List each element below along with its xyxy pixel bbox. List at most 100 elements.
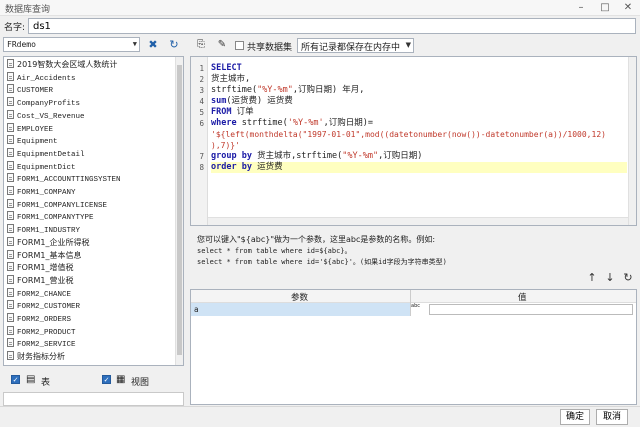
arrow-down-icon[interactable]: ↓ — [603, 271, 617, 285]
table-icon — [7, 262, 14, 272]
tree-item[interactable]: EquipmentDetail — [7, 147, 85, 160]
refresh-params-icon[interactable]: ↻ — [621, 271, 635, 285]
tree-item[interactable]: FORM1_营业税 — [7, 274, 73, 287]
name-label: 名字: — [4, 23, 26, 33]
tree-item[interactable]: FORM2_PRODUCT — [7, 325, 76, 338]
line-number: 1 — [199, 64, 204, 73]
sql-line: 货主城市, — [211, 74, 251, 84]
tree-item[interactable]: FORM2_CUSTOMER — [7, 300, 80, 312]
tree-item[interactable]: FORM1_基本信息 — [7, 249, 82, 262]
table-icon — [7, 198, 14, 208]
param-hint-example: select * from table where id=${abc}。 — [197, 247, 352, 255]
table-icon — [7, 338, 14, 348]
title-bar: 数据库查询 – □ ✕ — [0, 0, 640, 16]
tree-item[interactable]: FORM1_企业所得税 — [7, 236, 90, 249]
minimize-icon[interactable]: – — [572, 1, 590, 15]
sql-editor[interactable]: 1 2 3 4 5 6 7 8 SELECT 货主城市, strftime("%… — [190, 56, 637, 226]
table-icon — [7, 224, 14, 234]
editor-vertical-scrollbar[interactable] — [628, 57, 636, 225]
refresh-icon[interactable]: ↻ — [166, 37, 182, 52]
tree-scrollbar[interactable] — [175, 57, 183, 365]
sql-line: group by 货主城市,strftime("%Y-%m",订购日期) — [211, 151, 423, 161]
line-number-gutter: 1 2 3 4 5 6 7 8 — [191, 57, 208, 225]
tree-item-label: FORM2_SERVICE — [17, 341, 76, 350]
param-name-cell[interactable]: a — [191, 303, 410, 316]
line-number: 6 — [199, 119, 204, 128]
tree-item-label: EMPLOYEE — [17, 125, 54, 134]
datasource-select[interactable]: FRdemo ▼ — [3, 37, 140, 52]
sql-line-current: order by 运货费 — [211, 162, 627, 173]
param-value-input[interactable] — [429, 304, 633, 315]
ok-button[interactable]: 确定 — [560, 409, 590, 425]
table-icon — [7, 84, 14, 94]
preview-icon[interactable]: ⎘ — [194, 38, 208, 52]
tree-item[interactable]: 财务指标分析 — [7, 351, 65, 363]
parameters-table: 参数 值 a abc — [190, 289, 637, 405]
tree-item[interactable]: FORM2_SERVICE — [7, 338, 76, 350]
tree-item[interactable]: FORM1_COMPANY — [7, 186, 76, 198]
tree-item-label: FORM1_COMPANYTYPE — [17, 214, 94, 223]
table-icon — [7, 249, 14, 259]
memory-mode-select[interactable]: 所有记录都保存在内存中 ▼ — [297, 38, 414, 53]
sql-line: ),7)}' — [211, 141, 240, 150]
table-icon — [7, 59, 14, 68]
tree-item-label: FORM1_ACCOUNTTINGSYSTEN — [17, 176, 121, 185]
tree-item[interactable]: Air_Accidents — [7, 71, 76, 84]
table-icon — [7, 351, 14, 361]
view-checkbox[interactable]: ✓ — [102, 375, 111, 384]
param-type-icon[interactable]: abc — [411, 303, 428, 316]
tree-item-label: CUSTOMER — [17, 87, 54, 96]
tree-search-field[interactable] — [3, 392, 184, 406]
line-number: 7 — [199, 152, 204, 161]
tree-item-label: Air_Accidents — [17, 74, 76, 83]
share-dataset-label: 共享数据集 — [247, 43, 293, 53]
cancel-button[interactable]: 取消 — [596, 409, 628, 425]
edit-icon[interactable]: ✎ — [215, 38, 229, 52]
tree-item-label: Cost_VS_Revenue — [17, 112, 85, 121]
datasource-value: FRdemo — [7, 40, 36, 49]
column-header-param: 参数 — [291, 293, 309, 303]
editor-horizontal-scrollbar[interactable] — [208, 217, 628, 225]
tree-item-label: FORM1_企业所得税 — [17, 237, 90, 247]
tree-item-label: FORM1_INDUSTRY — [17, 227, 81, 236]
table-checkbox[interactable]: ✓ — [11, 375, 20, 384]
tree-item[interactable]: FORM2_CHANCE — [7, 287, 72, 300]
close-icon[interactable]: ✕ — [619, 1, 637, 15]
share-dataset-checkbox[interactable] — [235, 41, 244, 50]
table-icon — [7, 71, 14, 81]
tree-item[interactable]: FORM1_增值税 — [7, 262, 73, 274]
line-number: 4 — [199, 97, 204, 106]
tree-item[interactable]: CUSTOMER — [7, 84, 53, 96]
tree-item[interactable]: Equipment — [7, 135, 58, 147]
table-icon — [7, 186, 14, 195]
tree-item[interactable]: FORM1_COMPANYLICENSE — [7, 198, 108, 211]
tree-item-label: 2019智数大会区域人数统计 — [17, 60, 118, 69]
table-tree[interactable]: 2019智数大会区域人数统计 Air_Accidents CUSTOMER Compa… — [3, 56, 184, 366]
tree-item-label: 财务指标分析 — [17, 352, 65, 362]
tree-item[interactable]: CompanyProfits — [7, 97, 80, 109]
tree-item[interactable]: FORM2_ORDERS — [7, 313, 71, 325]
tree-item[interactable]: FORM1_COMPANYTYPE — [7, 211, 94, 223]
name-input[interactable] — [28, 18, 636, 34]
table-row[interactable]: a abc — [191, 303, 636, 316]
arrow-up-icon[interactable]: ↑ — [585, 271, 599, 285]
connection-settings-icon[interactable]: ✖ — [145, 37, 161, 52]
table-icon: ▤ — [26, 374, 36, 385]
tree-item[interactable]: Cost_VS_Revenue — [7, 109, 85, 122]
sql-line: strftime("%Y-%m",订购日期) 年月, — [211, 85, 365, 95]
tree-item[interactable]: FORM1_ACCOUNTTINGSYSTEN — [7, 173, 121, 185]
tree-item-label: FORM2_CHANCE — [17, 290, 72, 299]
maximize-icon[interactable]: □ — [596, 1, 614, 15]
view-icon: ▦ — [116, 374, 126, 385]
tree-item[interactable]: FORM1_INDUSTRY — [7, 224, 80, 236]
table-icon — [7, 236, 14, 246]
tree-item[interactable]: 2019智数大会区域人数统计 — [7, 59, 117, 71]
memory-mode-value: 所有记录都保存在内存中 — [301, 43, 401, 53]
tree-item[interactable]: EMPLOYEE — [7, 122, 54, 135]
table-icon — [7, 274, 14, 284]
table-icon — [7, 97, 14, 107]
tree-item[interactable]: EquipmentDict — [7, 160, 76, 173]
tree-item-label: FORM1_COMPANYLICENSE — [17, 201, 108, 210]
line-number: 2 — [199, 75, 204, 84]
tree-item-label: FORM1_基本信息 — [17, 250, 82, 260]
